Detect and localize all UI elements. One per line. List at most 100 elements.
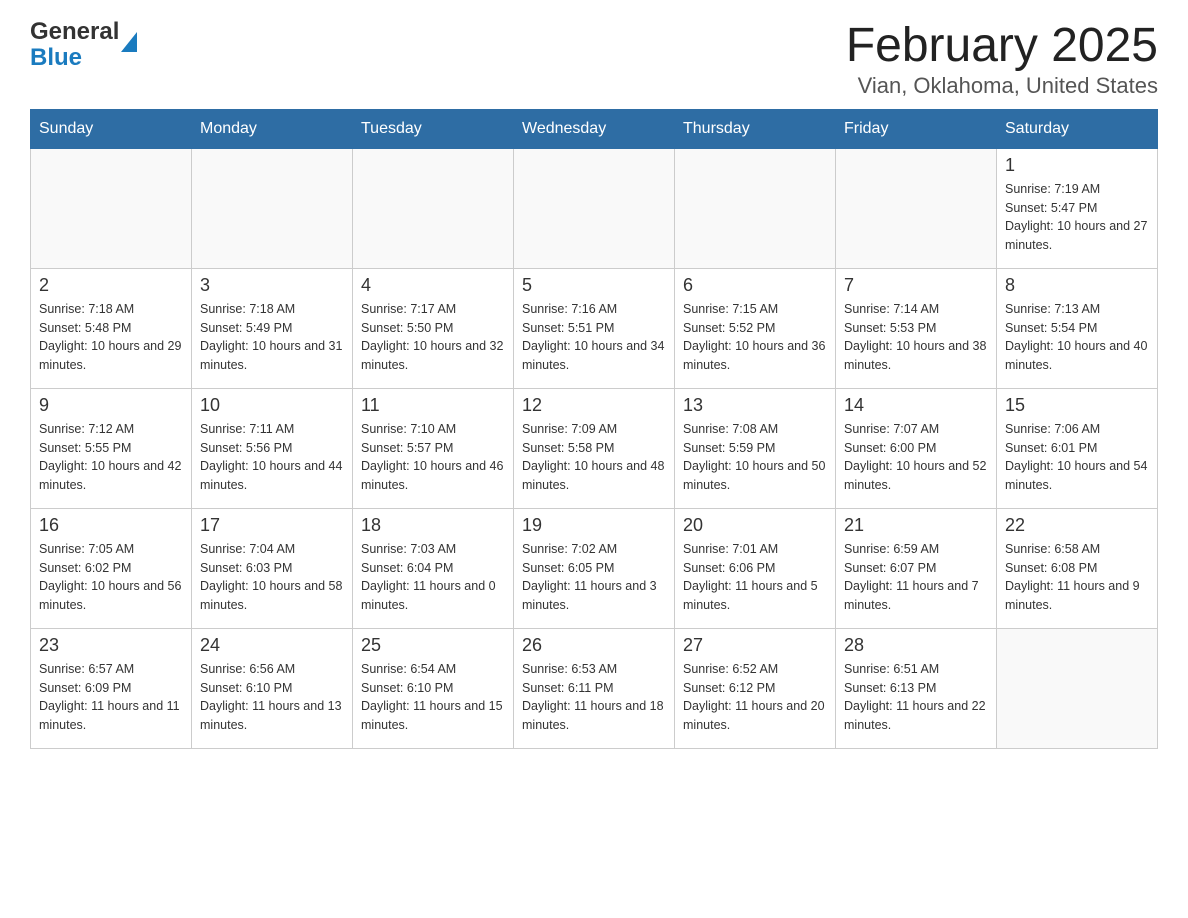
header-thursday: Thursday [675,109,836,148]
calendar-table: SundayMondayTuesdayWednesdayThursdayFrid… [30,109,1158,749]
calendar-cell: 10Sunrise: 7:11 AMSunset: 5:56 PMDayligh… [192,388,353,508]
day-info: Sunrise: 6:56 AMSunset: 6:10 PMDaylight:… [200,660,344,735]
day-number: 13 [683,395,827,416]
day-number: 27 [683,635,827,656]
day-info: Sunrise: 7:18 AMSunset: 5:48 PMDaylight:… [39,300,183,375]
week-row-5: 23 Sunrise: 6:57 AMSunset: 6:09 PMDayligh… [31,628,1158,748]
day-number: 20 [683,515,827,536]
day-number: 15 [1005,395,1149,416]
day-info: Sunrise: 7:12 AMSunset: 5:55 PMDaylight:… [39,420,183,495]
calendar-cell: 14 Sunrise: 7:07 AMSunset: 6:00 PMDayligh… [836,388,997,508]
day-info: Sunrise: 7:08 AMSunset: 5:59 PMDaylight:… [683,420,827,495]
calendar-cell [836,148,997,268]
calendar-cell: 26 Sunrise: 6:53 AMSunset: 6:11 PMDayligh… [514,628,675,748]
day-number: 26 [522,635,666,656]
calendar-cell: 11 Sunrise: 7:10 AMSunset: 5:57 PMDayligh… [353,388,514,508]
calendar-cell: 24 Sunrise: 6:56 AMSunset: 6:10 PMDayligh… [192,628,353,748]
day-number: 21 [844,515,988,536]
title-block: February 2025 Vian, Oklahoma, United Sta… [846,20,1158,99]
day-number: 8 [1005,275,1149,296]
day-info: Sunrise: 7:04 AMSunset: 6:03 PMDaylight:… [200,540,344,615]
calendar-cell [675,148,836,268]
day-info: Sunrise: 7:18 AMSunset: 5:49 PMDaylight:… [200,300,344,375]
day-info: Sunrise: 7:06 AMSunset: 6:01 PMDaylight:… [1005,420,1149,495]
day-number: 25 [361,635,505,656]
header-tuesday: Tuesday [353,109,514,148]
calendar-cell [997,628,1158,748]
calendar-cell: 16 Sunrise: 7:05 AMSunset: 6:02 PMDayligh… [31,508,192,628]
day-number: 28 [844,635,988,656]
calendar-cell: 23 Sunrise: 6:57 AMSunset: 6:09 PMDayligh… [31,628,192,748]
day-info: Sunrise: 6:51 AMSunset: 6:13 PMDaylight:… [844,660,988,735]
day-info: Sunrise: 7:02 AMSunset: 6:05 PMDaylight:… [522,540,666,615]
day-info: Sunrise: 6:58 AMSunset: 6:08 PMDaylight:… [1005,540,1149,615]
day-number: 5 [522,275,666,296]
header-wednesday: Wednesday [514,109,675,148]
day-number: 11 [361,395,505,416]
day-number: 18 [361,515,505,536]
day-number: 14 [844,395,988,416]
day-info: Sunrise: 7:09 AMSunset: 5:58 PMDaylight:… [522,420,666,495]
header-monday: Monday [192,109,353,148]
calendar-cell: 3 Sunrise: 7:18 AMSunset: 5:49 PMDaylight… [192,268,353,388]
header-saturday: Saturday [997,109,1158,148]
day-number: 2 [39,275,183,296]
header-friday: Friday [836,109,997,148]
calendar-header-row: SundayMondayTuesdayWednesdayThursdayFrid… [31,109,1158,148]
calendar-cell: 27 Sunrise: 6:52 AMSunset: 6:12 PMDayligh… [675,628,836,748]
day-number: 1 [1005,155,1149,176]
day-info: Sunrise: 7:19 AMSunset: 5:47 PMDaylight:… [1005,180,1149,255]
day-info: Sunrise: 7:17 AMSunset: 5:50 PMDaylight:… [361,300,505,375]
day-info: Sunrise: 7:05 AMSunset: 6:02 PMDaylight:… [39,540,183,615]
calendar-cell: 2 Sunrise: 7:18 AMSunset: 5:48 PMDaylight… [31,268,192,388]
calendar-cell: 15 Sunrise: 7:06 AMSunset: 6:01 PMDayligh… [997,388,1158,508]
calendar-cell: 20 Sunrise: 7:01 AMSunset: 6:06 PMDayligh… [675,508,836,628]
calendar-cell: 5Sunrise: 7:16 AMSunset: 5:51 PMDaylight… [514,268,675,388]
calendar-cell: 21 Sunrise: 6:59 AMSunset: 6:07 PMDayligh… [836,508,997,628]
calendar-cell [192,148,353,268]
day-number: 24 [200,635,344,656]
calendar-cell: 12 Sunrise: 7:09 AMSunset: 5:58 PMDayligh… [514,388,675,508]
week-row-4: 16 Sunrise: 7:05 AMSunset: 6:02 PMDayligh… [31,508,1158,628]
day-info: Sunrise: 6:59 AMSunset: 6:07 PMDaylight:… [844,540,988,615]
calendar-cell: 1 Sunrise: 7:19 AMSunset: 5:47 PMDaylight… [997,148,1158,268]
day-info: Sunrise: 7:15 AMSunset: 5:52 PMDaylight:… [683,300,827,375]
day-number: 23 [39,635,183,656]
day-number: 17 [200,515,344,536]
day-info: Sunrise: 7:10 AMSunset: 5:57 PMDaylight:… [361,420,505,495]
calendar-cell: 13 Sunrise: 7:08 AMSunset: 5:59 PMDayligh… [675,388,836,508]
day-info: Sunrise: 7:07 AMSunset: 6:00 PMDaylight:… [844,420,988,495]
week-row-3: 9 Sunrise: 7:12 AMSunset: 5:55 PMDaylight… [31,388,1158,508]
logo-general-text: General [30,20,119,44]
calendar-cell: 9 Sunrise: 7:12 AMSunset: 5:55 PMDaylight… [31,388,192,508]
week-row-2: 2 Sunrise: 7:18 AMSunset: 5:48 PMDaylight… [31,268,1158,388]
day-number: 12 [522,395,666,416]
page-header: General Blue February 2025 Vian, Oklahom… [30,20,1158,99]
day-info: Sunrise: 6:52 AMSunset: 6:12 PMDaylight:… [683,660,827,735]
day-info: Sunrise: 7:14 AMSunset: 5:53 PMDaylight:… [844,300,988,375]
day-number: 19 [522,515,666,536]
calendar-cell: 19 Sunrise: 7:02 AMSunset: 6:05 PMDayligh… [514,508,675,628]
calendar-cell [353,148,514,268]
day-info: Sunrise: 6:57 AMSunset: 6:09 PMDaylight:… [39,660,183,735]
calendar-cell: 6 Sunrise: 7:15 AMSunset: 5:52 PMDaylight… [675,268,836,388]
day-number: 3 [200,275,344,296]
day-info: Sunrise: 7:13 AMSunset: 5:54 PMDaylight:… [1005,300,1149,375]
page-title: February 2025 [846,20,1158,73]
calendar-cell: 25Sunrise: 6:54 AMSunset: 6:10 PMDayligh… [353,628,514,748]
header-sunday: Sunday [31,109,192,148]
day-number: 22 [1005,515,1149,536]
calendar-cell: 22 Sunrise: 6:58 AMSunset: 6:08 PMDayligh… [997,508,1158,628]
day-number: 16 [39,515,183,536]
calendar-cell: 28 Sunrise: 6:51 AMSunset: 6:13 PMDayligh… [836,628,997,748]
page-subtitle: Vian, Oklahoma, United States [846,73,1158,99]
calendar-cell: 7 Sunrise: 7:14 AMSunset: 5:53 PMDaylight… [836,268,997,388]
day-number: 7 [844,275,988,296]
day-number: 9 [39,395,183,416]
day-number: 6 [683,275,827,296]
day-info: Sunrise: 6:53 AMSunset: 6:11 PMDaylight:… [522,660,666,735]
week-row-1: 1 Sunrise: 7:19 AMSunset: 5:47 PMDaylight… [31,148,1158,268]
calendar-cell [514,148,675,268]
day-info: Sunrise: 7:01 AMSunset: 6:06 PMDaylight:… [683,540,827,615]
day-number: 10 [200,395,344,416]
